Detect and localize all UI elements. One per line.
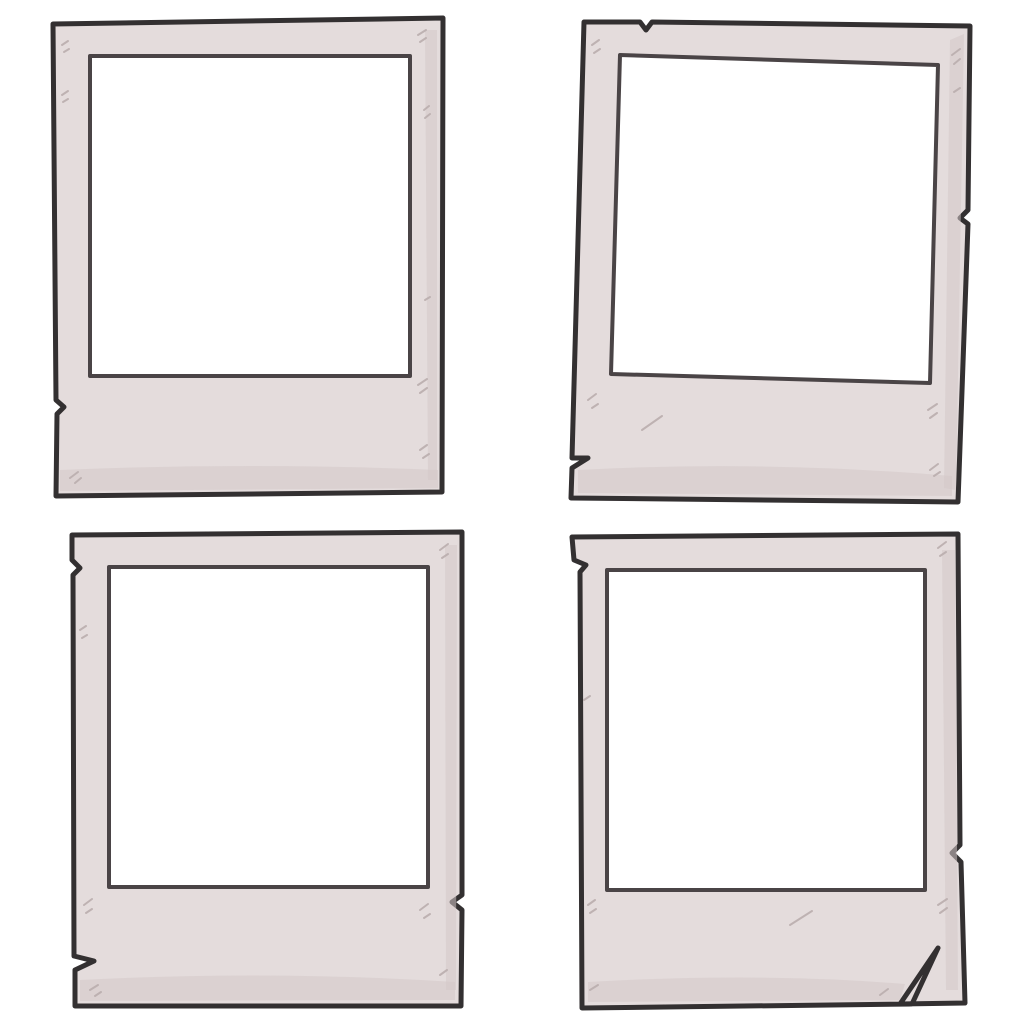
polaroid-frame-bottom-right <box>569 531 968 1011</box>
photo-area <box>605 568 927 892</box>
polaroid-frames-canvas <box>0 0 1024 1024</box>
frame-shading <box>588 977 905 1002</box>
frame-shading <box>60 466 438 491</box>
photo-area <box>107 565 430 889</box>
polaroid-frame-top-left <box>50 15 446 499</box>
frame-shading <box>80 975 455 1001</box>
photo-area <box>609 53 940 385</box>
frame-shading <box>445 545 457 990</box>
photo-area <box>88 54 412 378</box>
polaroid-frame-bottom-left <box>69 529 465 1009</box>
polaroid-frames-illustration <box>50 15 973 1011</box>
polaroid-frame-top-right <box>568 19 973 505</box>
